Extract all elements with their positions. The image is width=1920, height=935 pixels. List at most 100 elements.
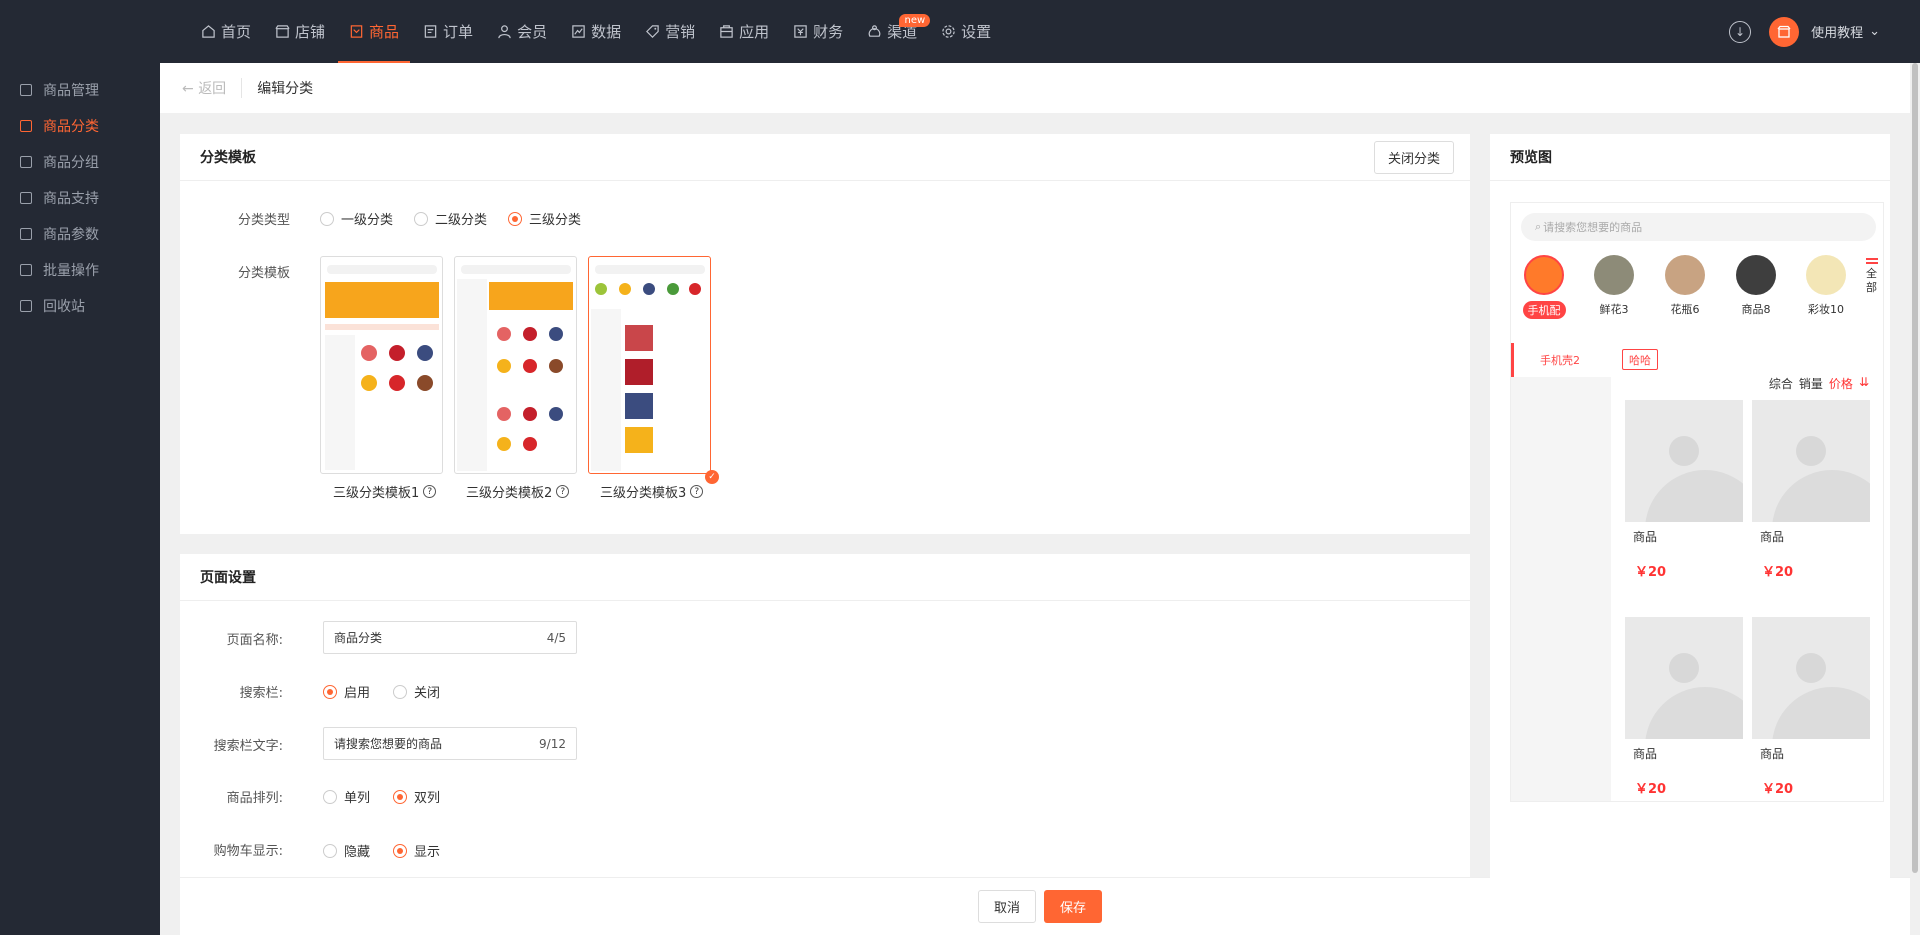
sidebar-item-label: 回收站 (43, 299, 85, 315)
scrollbar-thumb[interactable] (1912, 63, 1918, 873)
radio-single-column[interactable]: 单列 (323, 787, 370, 806)
sort-tab: 综合 (1768, 377, 1793, 391)
page-scrollbar[interactable] (1910, 63, 1920, 935)
category-image (1524, 255, 1564, 295)
search-text-input[interactable]: 请搜索您想要的商品 9/12 (323, 727, 577, 760)
help-icon[interactable]: ? (690, 485, 704, 498)
store-icon (275, 25, 290, 38)
thumb-item (549, 359, 563, 373)
category-label: 手机配 (1522, 301, 1566, 319)
save-button[interactable]: 保存 (1044, 890, 1102, 923)
sidebar-item-goods-support[interactable]: 商品支持 (0, 180, 160, 216)
template-thumb-3[interactable] (588, 256, 711, 474)
breadcrumb: ← 返回 编辑分类 (160, 63, 1910, 113)
template-caption-2: 三级分类模板2? (466, 482, 570, 501)
thumb-item (625, 359, 653, 385)
nav-item-app[interactable]: 应用 (708, 0, 780, 63)
help-icon[interactable]: ? (423, 485, 437, 498)
close-category-button[interactable]: 关闭分类 (1374, 141, 1454, 174)
thumb-item (523, 359, 537, 373)
thumb-item (549, 327, 563, 341)
nav-item-member[interactable]: 会员 (486, 0, 558, 63)
product-name: 商品 (1760, 530, 1785, 544)
thumb-item (643, 283, 655, 295)
thumb-search (461, 265, 571, 274)
thumb-item (417, 375, 433, 391)
input-value: 商品分类 (334, 631, 383, 645)
menu-icon (1866, 258, 1878, 264)
radio-level1[interactable]: 一级分类 (320, 209, 393, 228)
nav-item-data[interactable]: 数据 (560, 0, 632, 63)
help-icon[interactable]: ? (556, 485, 570, 498)
card-title: 分类模板 (200, 150, 256, 166)
template-caption-1: 三级分类模板1? (333, 482, 437, 501)
radio-label: 关闭 (414, 686, 441, 701)
category-label: 商品8 (1741, 303, 1771, 316)
chevron-down-icon[interactable]: ⌄ (1869, 24, 1880, 39)
sort-tabs: 综合 销量 价格 ⇊ (1769, 375, 1869, 392)
radio-level3[interactable]: 三级分类 (508, 209, 581, 228)
type-label: 分类类型 (237, 213, 290, 228)
sidebar-item-goods-category[interactable]: 商品分类 (0, 108, 160, 144)
radio-label: 启用 (344, 686, 371, 701)
download-icon[interactable]: ↓ (1729, 20, 1752, 43)
sort-tab: 销量 (1798, 377, 1823, 391)
nav-item-store[interactable]: 店铺 (264, 0, 336, 63)
radio-level2[interactable]: 二级分类 (414, 209, 487, 228)
product-price: ￥20 (1635, 565, 1667, 580)
cancel-button[interactable]: 取消 (978, 890, 1036, 923)
page-name-input[interactable]: 商品分类 4/5 (323, 621, 577, 654)
avatar[interactable] (1769, 16, 1800, 47)
back-link[interactable]: ← 返回 (182, 78, 243, 98)
tutorial-link[interactable]: 使用教程 (1811, 22, 1863, 41)
nav-label: 商品 (369, 23, 400, 41)
nav-item-order[interactable]: 订单 (412, 0, 484, 63)
nav-label: 店铺 (295, 23, 326, 41)
nav-item-marketing[interactable]: 营销 (634, 0, 706, 63)
radio-double-column[interactable]: 双列 (393, 787, 440, 806)
radio-circle (414, 211, 428, 226)
nav-label: 营销 (665, 23, 696, 41)
thumb-item (361, 375, 377, 391)
tag-icon (646, 25, 659, 38)
template-thumb-1[interactable] (320, 256, 443, 474)
thumb-item (361, 345, 377, 361)
nav-item-settings[interactable]: 设置 (930, 0, 1002, 63)
image-placeholder-icon (1752, 400, 1870, 522)
thumb-item (389, 375, 405, 391)
chart-icon (572, 25, 585, 38)
radio-circle (508, 211, 522, 226)
radio-cart-show[interactable]: 显示 (393, 841, 440, 860)
sidebar-item-batch-ops[interactable]: 批量操作 (0, 252, 160, 288)
sidebar-item-goods-manage[interactable]: 商品管理 (0, 72, 160, 108)
radio-search-enable[interactable]: 启用 (323, 682, 370, 701)
nav-item-home[interactable]: 首页 (190, 0, 262, 63)
sidebar-item-goods-params[interactable]: 商品参数 (0, 216, 160, 252)
cart-label: 购物车显示: (213, 844, 283, 859)
radio-cart-hide[interactable]: 隐藏 (323, 841, 370, 860)
nav-item-goods[interactable]: 商品 (338, 0, 411, 63)
product-name: 商品 (1633, 747, 1658, 761)
card-title: 页面设置 (200, 570, 256, 586)
template-thumb-2[interactable] (454, 256, 577, 474)
sidebar-item-recycle-bin[interactable]: 回收站 (0, 288, 160, 324)
preview-category: 彩妆10 (1801, 255, 1851, 317)
preview-product: 商品 ￥20 (1625, 617, 1747, 797)
radio-circle (323, 843, 337, 858)
radio-search-disable[interactable]: 关闭 (393, 682, 440, 701)
category-image (1736, 255, 1776, 295)
input-value: 请搜索您想要的商品 (334, 737, 443, 751)
nav-item-channel[interactable]: 渠道 new (856, 0, 931, 63)
top-navbar: 首页 店铺 商品 订单 会员 数据 营销 应用 财务 渠道 new 设置 ↓ 使… (0, 0, 1920, 63)
sidebar-item-goods-group[interactable]: 商品分组 (0, 144, 160, 180)
preview-side-nav: 手机壳2 (1511, 343, 1611, 801)
thumb-item (625, 325, 653, 351)
nav-item-finance[interactable]: 财务 (782, 0, 854, 63)
all-categories: 全部 (1866, 258, 1880, 295)
category-label: 鲜花3 (1599, 303, 1629, 316)
category-image (1594, 255, 1634, 295)
radio-circle (393, 843, 407, 858)
radio-label: 一级分类 (341, 213, 394, 228)
radio-circle (393, 684, 407, 699)
thumb-item (417, 345, 433, 361)
